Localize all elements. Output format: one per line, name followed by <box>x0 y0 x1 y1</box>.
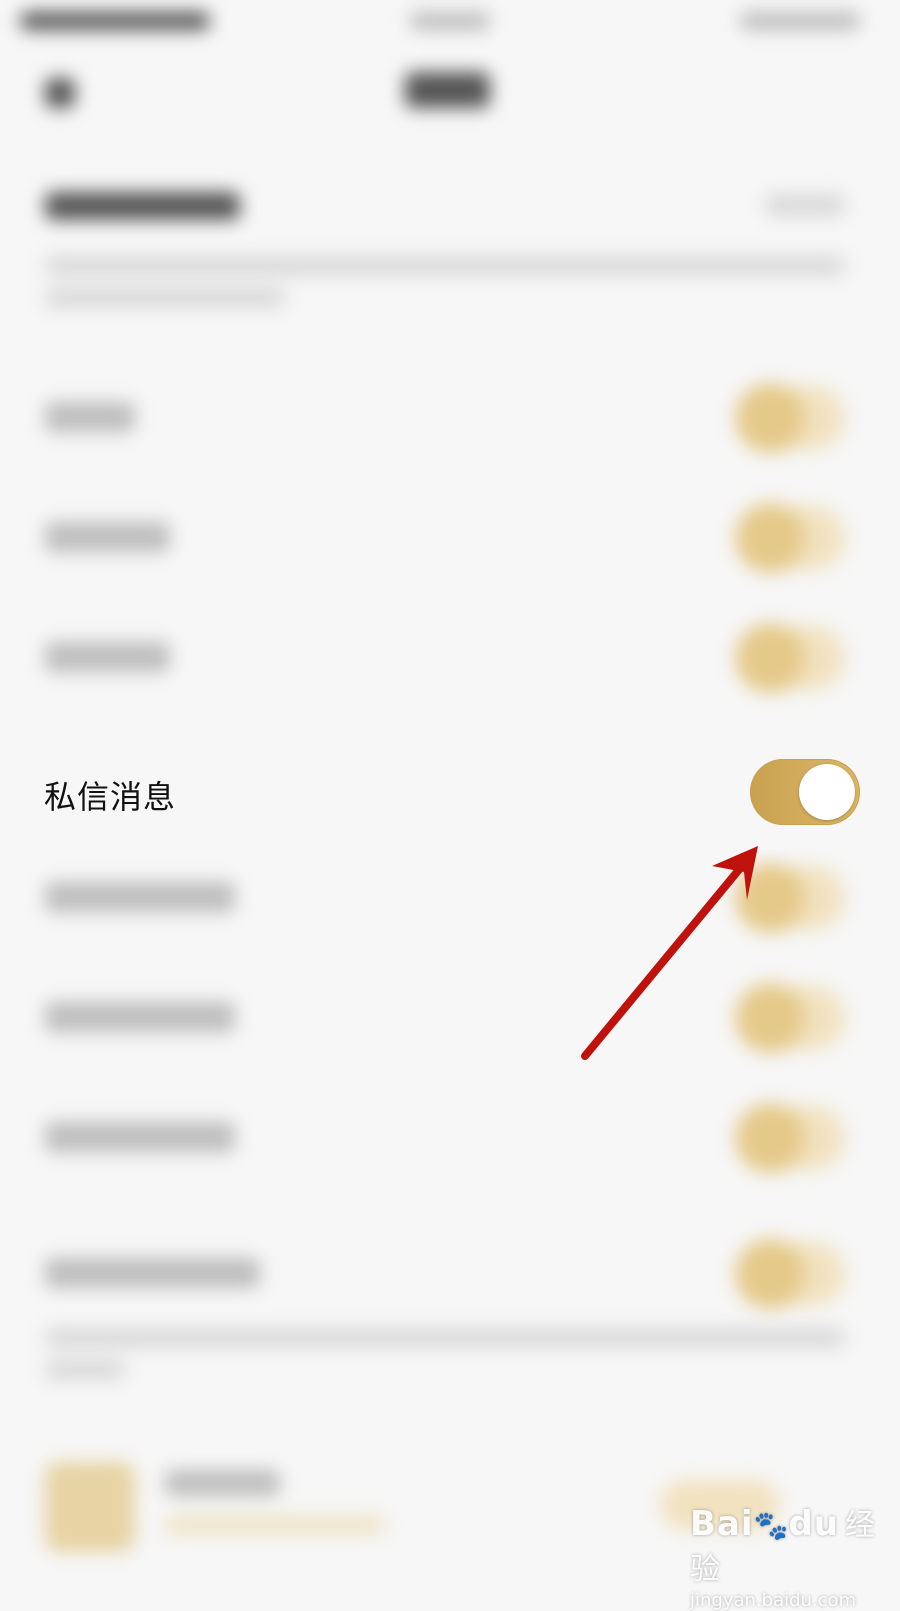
row-desc-blur-2 <box>45 1360 125 1380</box>
section-desc-blur-2 <box>45 288 285 308</box>
private-message-label: 私信消息 <box>44 778 177 816</box>
watermark-logo-tail: du <box>788 1504 839 1544</box>
toggle-knob-blur <box>735 623 805 693</box>
toggle-knob-blur <box>735 383 805 453</box>
toggle-knob-blur <box>735 1103 805 1173</box>
item-title-blur <box>165 1470 280 1496</box>
row-desc-blur <box>45 1328 845 1348</box>
baidu-watermark: Bai🐾du 经验 jingyan.baidu.com <box>690 1500 890 1611</box>
toggle-knob-blur <box>735 983 805 1053</box>
toggle-knob-blur <box>735 863 805 933</box>
section-title-blur <box>45 192 240 220</box>
status-bar-center <box>410 12 490 30</box>
back-icon[interactable] <box>45 78 75 108</box>
watermark-logo: Bai <box>690 1504 754 1544</box>
avatar-blur <box>45 1462 135 1552</box>
row-label-blur <box>45 1002 235 1032</box>
row-label-blur <box>45 882 235 912</box>
section-action-blur <box>765 194 845 216</box>
watermark-url: jingyan.baidu.com <box>690 1590 857 1611</box>
section-desc-blur <box>45 256 845 276</box>
status-bar-left <box>20 12 210 30</box>
row-label-blur <box>45 522 170 552</box>
private-message-toggle[interactable] <box>750 759 860 825</box>
page-title-blur <box>405 72 490 108</box>
row-label-blur <box>45 1258 260 1288</box>
item-subtitle-blur <box>165 1516 385 1534</box>
row-label-blur <box>45 1122 235 1152</box>
row-label-blur <box>45 642 170 672</box>
row-label-blur <box>45 402 135 432</box>
paw-icon: 🐾 <box>753 1509 789 1542</box>
toggle-knob <box>799 764 855 820</box>
status-bar-right <box>740 12 860 30</box>
toggle-knob-blur <box>735 503 805 573</box>
toggle-knob-blur <box>735 1239 805 1309</box>
